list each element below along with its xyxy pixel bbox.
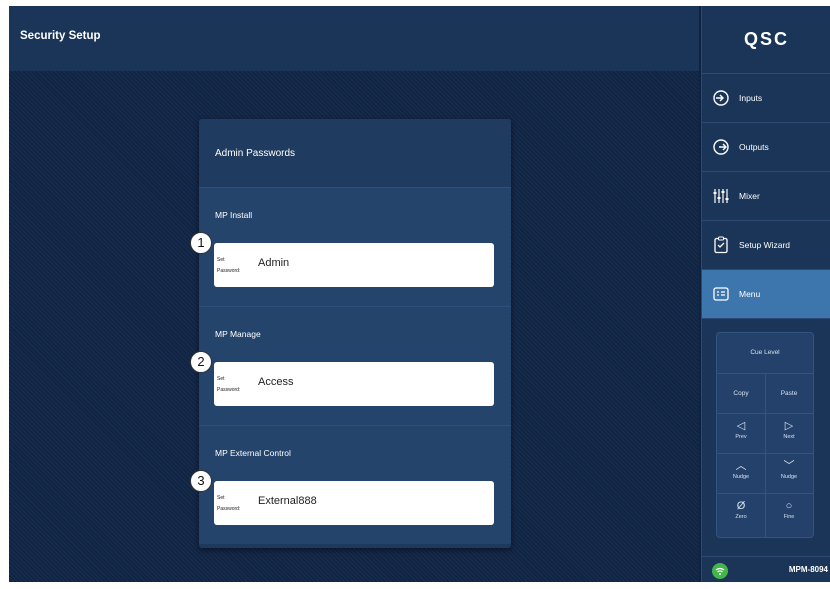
section-mp-install: MP Install Set Password: Admin xyxy=(199,187,511,306)
sidebar-item-label: Mixer xyxy=(739,191,760,201)
mixer-icon xyxy=(713,189,729,203)
section-label: MP External Control xyxy=(215,448,291,458)
copy-paste-row: Copy Paste xyxy=(717,373,813,414)
copy-button[interactable]: Copy xyxy=(717,374,765,414)
nudge-up-button[interactable]: ︿ Nudge xyxy=(717,454,765,494)
nudge-row: ︿ Nudge ﹀ Nudge xyxy=(717,453,813,494)
zero-icon: Ø xyxy=(736,500,746,512)
password-prefix: Set Password: xyxy=(217,257,241,274)
sidebar-item-mixer[interactable]: Mixer xyxy=(702,172,830,221)
page-title: Security Setup xyxy=(20,30,101,42)
mp-install-password-field[interactable]: Set Password: Admin xyxy=(214,243,494,287)
app-window: Security Setup Admin Passwords MP Instal… xyxy=(9,6,830,582)
keypad: Cue Level Copy Paste ◁ Prev ▷ Next ︿ Nud… xyxy=(716,332,814,538)
sidebar-item-menu[interactable]: Menu xyxy=(702,270,830,319)
zero-button[interactable]: Ø Zero xyxy=(717,494,765,538)
password-value: Access xyxy=(258,376,294,388)
wifi-icon[interactable] xyxy=(712,563,728,579)
paste-button[interactable]: Paste xyxy=(765,374,813,414)
section-mp-manage: MP Manage Set Password: Access xyxy=(199,306,511,425)
model-label: MPM-8094 xyxy=(788,565,828,574)
cue-level-button[interactable]: Cue Level xyxy=(717,333,813,373)
fine-button[interactable]: ○ Fine xyxy=(765,494,813,538)
sidebar-item-label: Setup Wizard xyxy=(739,240,791,250)
sidebar-item-label: Menu xyxy=(739,289,761,299)
section-label: MP Manage xyxy=(215,329,261,339)
sidebar-item-outputs[interactable]: Outputs xyxy=(702,123,830,172)
password-value: External888 xyxy=(258,495,317,507)
mp-external-control-password-field[interactable]: Set Password: External888 xyxy=(214,481,494,525)
sidebar-item-label: Outputs xyxy=(739,142,769,152)
mp-manage-password-field[interactable]: Set Password: Access xyxy=(214,362,494,406)
card-header: Admin Passwords xyxy=(199,119,511,187)
top-bar: Security Setup xyxy=(9,6,699,71)
prev-next-row: ◁ Prev ▷ Next xyxy=(717,413,813,454)
setup-wizard-icon xyxy=(714,236,728,254)
prev-icon: ◁ xyxy=(736,420,746,432)
section-mp-external-control: MP External Control Set Password: Extern… xyxy=(199,425,511,544)
callout-2: 2 xyxy=(190,351,212,373)
callout-3: 3 xyxy=(190,470,212,492)
nudge-down-button[interactable]: ﹀ Nudge xyxy=(765,454,813,494)
prev-button[interactable]: ◁ Prev xyxy=(717,414,765,454)
menu-icon xyxy=(713,287,729,301)
callout-1: 1 xyxy=(190,232,212,254)
password-prefix: Set Password: xyxy=(217,495,241,512)
next-button[interactable]: ▷ Next xyxy=(765,414,813,454)
sidebar-item-setup-wizard[interactable]: Setup Wizard xyxy=(702,221,830,270)
chevron-up-icon: ︿ xyxy=(735,460,747,472)
fine-icon: ○ xyxy=(785,500,793,512)
sidebar-item-inputs[interactable]: Inputs xyxy=(702,74,830,123)
card-heading: Admin Passwords xyxy=(215,148,296,159)
next-icon: ▷ xyxy=(784,420,794,432)
main-area: Security Setup Admin Passwords MP Instal… xyxy=(9,6,699,582)
chevron-down-icon: ﹀ xyxy=(783,460,795,472)
sidebar-item-label: Inputs xyxy=(739,93,763,103)
password-prefix: Set Password: xyxy=(217,376,241,393)
qsc-logo: QSC xyxy=(702,6,830,74)
right-sidebar: QSC Inputs Outputs Mixer Setup Wizard Me… xyxy=(701,6,830,582)
cue-level-row: Cue Level xyxy=(717,333,813,373)
zero-fine-row: Ø Zero ○ Fine xyxy=(717,493,813,538)
outputs-icon xyxy=(713,139,729,155)
status-bar: MPM-8094 xyxy=(702,556,830,582)
admin-passwords-card: Admin Passwords MP Install Set Password:… xyxy=(199,119,511,548)
inputs-icon xyxy=(713,90,729,106)
section-label: MP Install xyxy=(215,210,253,220)
password-value: Admin xyxy=(258,257,290,269)
